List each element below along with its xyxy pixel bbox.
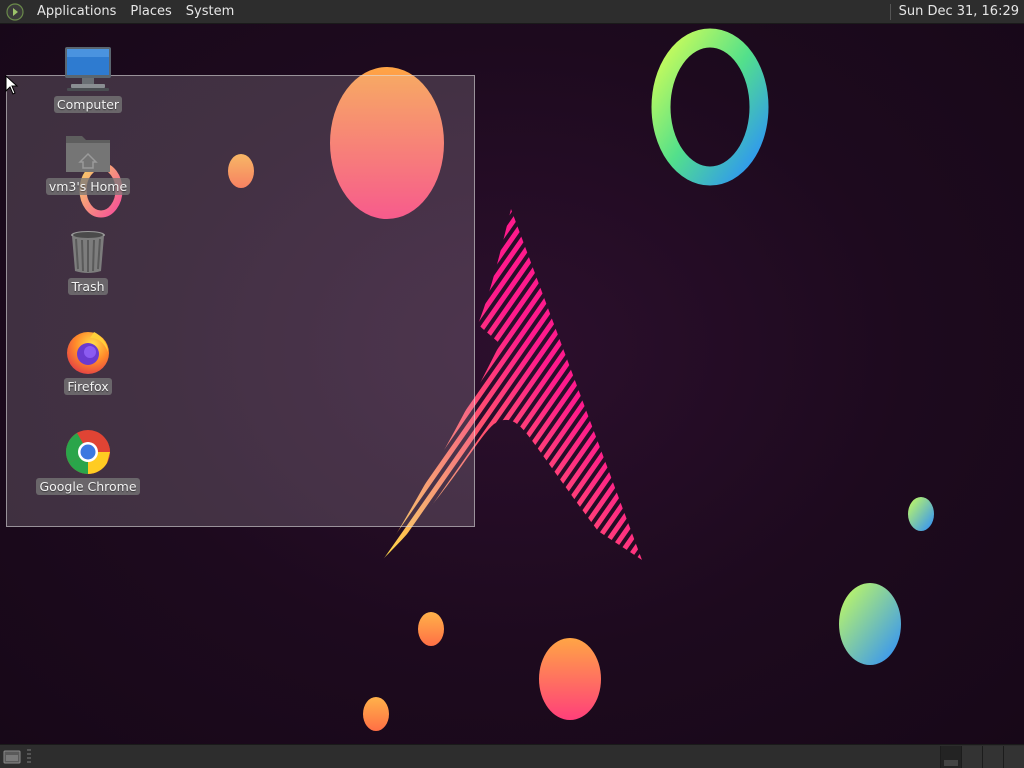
top-panel: Applications Places System Sun Dec 31, 1…: [0, 0, 1024, 24]
show-desktop-icon[interactable]: [1, 746, 23, 768]
desktop-icon-computer[interactable]: Computer: [33, 46, 143, 113]
desktop-icon-label: Trash: [68, 278, 108, 295]
mate-logo-icon[interactable]: [6, 2, 24, 21]
desktop-icon-chrome[interactable]: Google Chrome: [33, 428, 143, 495]
desktop-icon-label: Google Chrome: [36, 478, 140, 495]
desktop-icon-firefox[interactable]: Firefox: [33, 328, 143, 395]
home-folder-icon: [62, 128, 114, 176]
workspace-switcher[interactable]: [940, 745, 1024, 768]
system-menu[interactable]: System: [179, 0, 241, 24]
chrome-icon: [62, 428, 114, 476]
desktop-icon-label: Computer: [53, 96, 123, 113]
bottom-panel: [0, 744, 1024, 768]
applications-menu[interactable]: Applications: [30, 0, 123, 24]
panel-separator: [889, 3, 891, 20]
workspace-3[interactable]: [982, 745, 1003, 768]
firefox-icon: [62, 328, 114, 376]
places-menu[interactable]: Places: [123, 0, 178, 24]
trash-icon: [62, 228, 114, 276]
desktop[interactable]: Computer vm3's Home Trash Firefox Google…: [0, 24, 1024, 744]
clock-area: Sun Dec 31, 16:29: [889, 0, 1024, 24]
panel-drag-handle[interactable]: [27, 748, 31, 765]
workspace-1[interactable]: [940, 745, 961, 768]
computer-icon: [62, 46, 114, 94]
clock[interactable]: Sun Dec 31, 16:29: [899, 4, 1024, 19]
workspace-4[interactable]: [1003, 745, 1024, 768]
mouse-cursor-icon: [5, 75, 19, 95]
desktop-icon-label: Firefox: [64, 378, 112, 395]
desktop-icon-trash[interactable]: Trash: [33, 228, 143, 295]
desktop-icon-label: vm3's Home: [45, 178, 131, 195]
workspace-2[interactable]: [961, 745, 982, 768]
desktop-icon-home[interactable]: vm3's Home: [33, 128, 143, 195]
